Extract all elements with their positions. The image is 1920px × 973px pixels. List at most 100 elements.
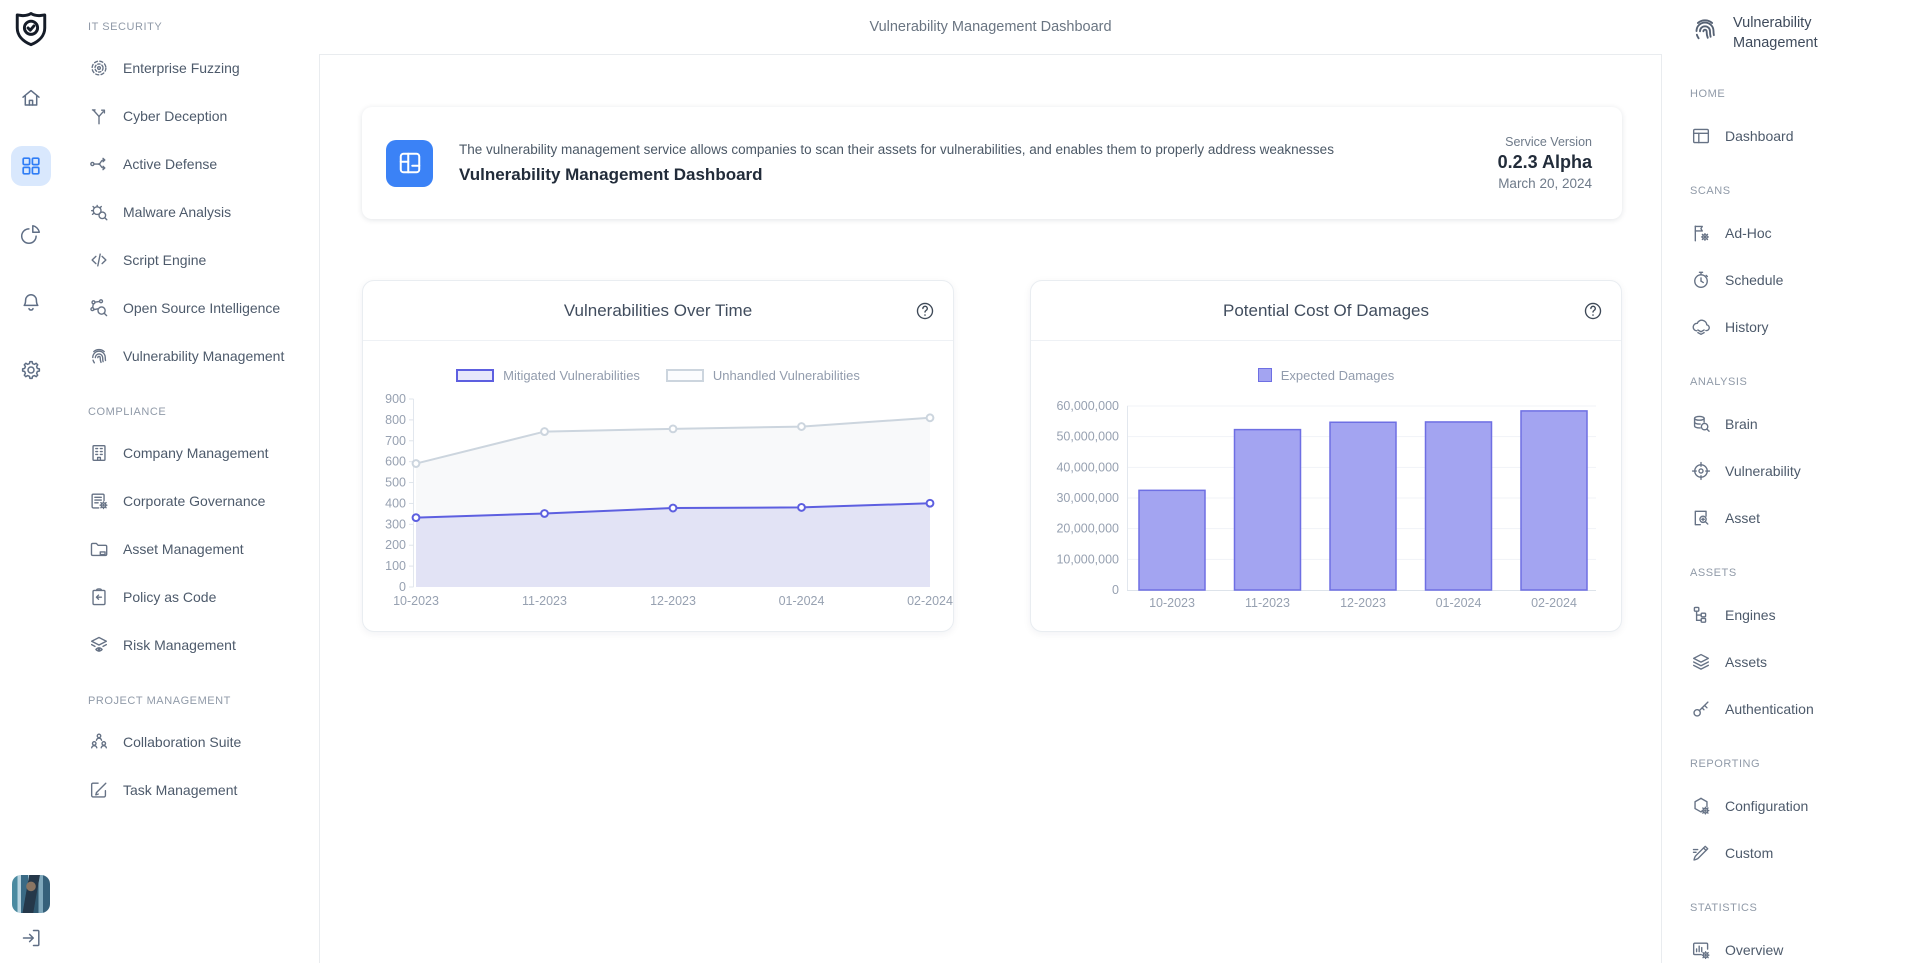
rightnav-item-asset[interactable]: Asset xyxy=(1662,494,1920,541)
sidebar-section-label: COMPLIANCE xyxy=(62,406,319,419)
legend-label: Expected Damages xyxy=(1281,368,1394,383)
user-avatar[interactable] xyxy=(12,875,50,913)
sidebar-section: IT SECURITYEnterprise FuzzingCyber Decep… xyxy=(62,21,319,380)
svg-text:30,000,000: 30,000,000 xyxy=(1056,491,1119,505)
sidebar-item-active-defense[interactable]: Active Defense xyxy=(62,140,319,188)
rail-home-button[interactable] xyxy=(11,78,51,118)
nav-item-label: Custom xyxy=(1725,845,1773,861)
svg-text:900: 900 xyxy=(385,392,406,406)
rail-notifications-button[interactable] xyxy=(11,282,51,322)
chart-gear-icon xyxy=(1690,939,1712,961)
svg-text:11-2023: 11-2023 xyxy=(522,594,567,608)
content-panel: The vulnerability management service all… xyxy=(319,54,1662,963)
svg-text:700: 700 xyxy=(385,434,406,448)
svg-text:0: 0 xyxy=(1112,583,1119,597)
svg-text:800: 800 xyxy=(385,413,406,427)
chart-legend: Mitigated Vulnerabilities Unhandled Vulne… xyxy=(363,366,953,384)
cloud-history-icon xyxy=(1690,316,1712,338)
nav-item-label: Ad-Hoc xyxy=(1725,225,1772,241)
nav-item-label: Overview xyxy=(1725,942,1783,958)
flag-gear-icon xyxy=(1690,222,1712,244)
rightnav-item-engines[interactable]: Engines xyxy=(1662,591,1920,638)
sidebar-item-malware-analysis[interactable]: Malware Analysis xyxy=(62,188,319,236)
sidebar-item-vulnerability-management[interactable]: Vulnerability Management xyxy=(62,332,319,380)
svg-text:20,000,000: 20,000,000 xyxy=(1056,522,1119,536)
potential-cost-of-damages-card: Potential Cost Of Damages Expected Damag… xyxy=(1030,280,1622,632)
nav-item-label: Brain xyxy=(1725,416,1758,432)
grid-icon xyxy=(19,154,43,178)
rightnav-item-configuration[interactable]: Configuration xyxy=(1662,782,1920,829)
rightnav-item-brain[interactable]: Brain xyxy=(1662,400,1920,447)
rightnav-item-custom[interactable]: Custom xyxy=(1662,829,1920,876)
logout-icon[interactable] xyxy=(19,926,43,950)
nav-item-label: Corporate Governance xyxy=(123,493,265,509)
rightnav-item-overview[interactable]: Overview xyxy=(1662,926,1920,973)
service-version-label: Service Version xyxy=(1498,135,1592,149)
code-icon xyxy=(88,249,110,271)
svg-text:50,000,000: 50,000,000 xyxy=(1056,430,1119,444)
sidebar-item-corporate-governance[interactable]: Corporate Governance xyxy=(62,477,319,525)
sidebar-section-label: PROJECT MANAGEMENT xyxy=(62,695,319,708)
nav-item-label: Task Management xyxy=(123,782,237,798)
svg-text:10,000,000: 10,000,000 xyxy=(1056,552,1119,566)
target-rings-icon xyxy=(88,57,110,79)
pie-chart-icon xyxy=(19,222,43,246)
sidebar-item-enterprise-fuzzing[interactable]: Enterprise Fuzzing xyxy=(62,44,319,92)
chart-header: Potential Cost Of Damages xyxy=(1031,281,1621,341)
rightnav-section-label: ASSETS xyxy=(1662,567,1920,580)
sidebar-item-script-engine[interactable]: Script Engine xyxy=(62,236,319,284)
svg-text:0: 0 xyxy=(399,580,406,594)
nav-item-label: Vulnerability Management xyxy=(123,348,284,364)
sidebar-item-task-management[interactable]: Task Management xyxy=(62,766,319,814)
svg-text:12-2023: 12-2023 xyxy=(650,594,696,608)
rightnav-item-vulnerability[interactable]: Vulnerability xyxy=(1662,447,1920,494)
sidebar-item-company-management[interactable]: Company Management xyxy=(62,429,319,477)
doc-search-icon xyxy=(1690,507,1712,529)
legend-item[interactable]: Expected Damages xyxy=(1258,368,1394,383)
rail-apps-button[interactable] xyxy=(11,146,51,186)
sidebar-item-risk-management[interactable]: Risk Management xyxy=(62,621,319,669)
nav-item-label: Company Management xyxy=(123,445,269,461)
nav-item-label: Engines xyxy=(1725,607,1776,623)
left-sidebar: IT SECURITYEnterprise FuzzingCyber Decep… xyxy=(62,0,319,963)
help-icon[interactable] xyxy=(1582,300,1604,322)
rail-analytics-button[interactable] xyxy=(11,214,51,254)
rightnav-item-history[interactable]: History xyxy=(1662,303,1920,350)
sidebar-item-open-source-intelligence[interactable]: Open Source Intelligence xyxy=(62,284,319,332)
svg-text:11-2023: 11-2023 xyxy=(1245,596,1290,610)
rightnav-section: HOME Dashboard xyxy=(1662,88,1920,159)
rightnav-item-assets[interactable]: Assets xyxy=(1662,638,1920,685)
chart-title: Vulnerabilities Over Time xyxy=(564,301,752,321)
rightnav-item-ad-hoc[interactable]: Ad-Hoc xyxy=(1662,209,1920,256)
edit-square-icon xyxy=(88,779,110,801)
nav-item-label: Asset xyxy=(1725,510,1760,526)
legend-item[interactable]: Mitigated Vulnerabilities xyxy=(456,368,640,383)
legend-label: Unhandled Vulnerabilities xyxy=(713,368,860,383)
rightnav-item-schedule[interactable]: Schedule xyxy=(1662,256,1920,303)
sidebar-item-collaboration-suite[interactable]: Collaboration Suite xyxy=(62,718,319,766)
rightnav-section-label: HOME xyxy=(1662,88,1920,101)
globe-target-icon xyxy=(1690,460,1712,482)
legend-item[interactable]: Unhandled Vulnerabilities xyxy=(666,368,860,383)
nav-item-label: Cyber Deception xyxy=(123,108,227,124)
rightnav-item-authentication[interactable]: Authentication xyxy=(1662,685,1920,732)
right-nav: HOMEDashboardSCANSAd-HocScheduleHistoryA… xyxy=(1662,88,1920,973)
nav-item-label: Assets xyxy=(1725,654,1767,670)
key-icon xyxy=(1690,698,1712,720)
bell-icon xyxy=(19,290,43,314)
nav-item-label: Vulnerability xyxy=(1725,463,1801,479)
sidebar-item-policy-as-code[interactable]: Policy as Code xyxy=(62,573,319,621)
vulnerabilities-over-time-card: Vulnerabilities Over Time Mitigated Vuln… xyxy=(362,280,954,632)
legend-label: Mitigated Vulnerabilities xyxy=(503,368,640,383)
fingerprint-icon xyxy=(1690,14,1720,44)
rail-settings-button[interactable] xyxy=(11,350,51,390)
svg-text:01-2024: 01-2024 xyxy=(779,594,825,608)
sidebar-item-asset-management[interactable]: Asset Management xyxy=(62,525,319,573)
db-search-icon xyxy=(1690,413,1712,435)
help-icon[interactable] xyxy=(914,300,936,322)
right-sidebar: Vulnerability Management HOMEDashboardSC… xyxy=(1662,0,1920,963)
service-header-text: The vulnerability management service all… xyxy=(459,142,1472,185)
sidebar-item-cyber-deception[interactable]: Cyber Deception xyxy=(62,92,319,140)
rightnav-item-dashboard[interactable]: Dashboard xyxy=(1662,112,1920,159)
nav-item-label: Enterprise Fuzzing xyxy=(123,60,240,76)
